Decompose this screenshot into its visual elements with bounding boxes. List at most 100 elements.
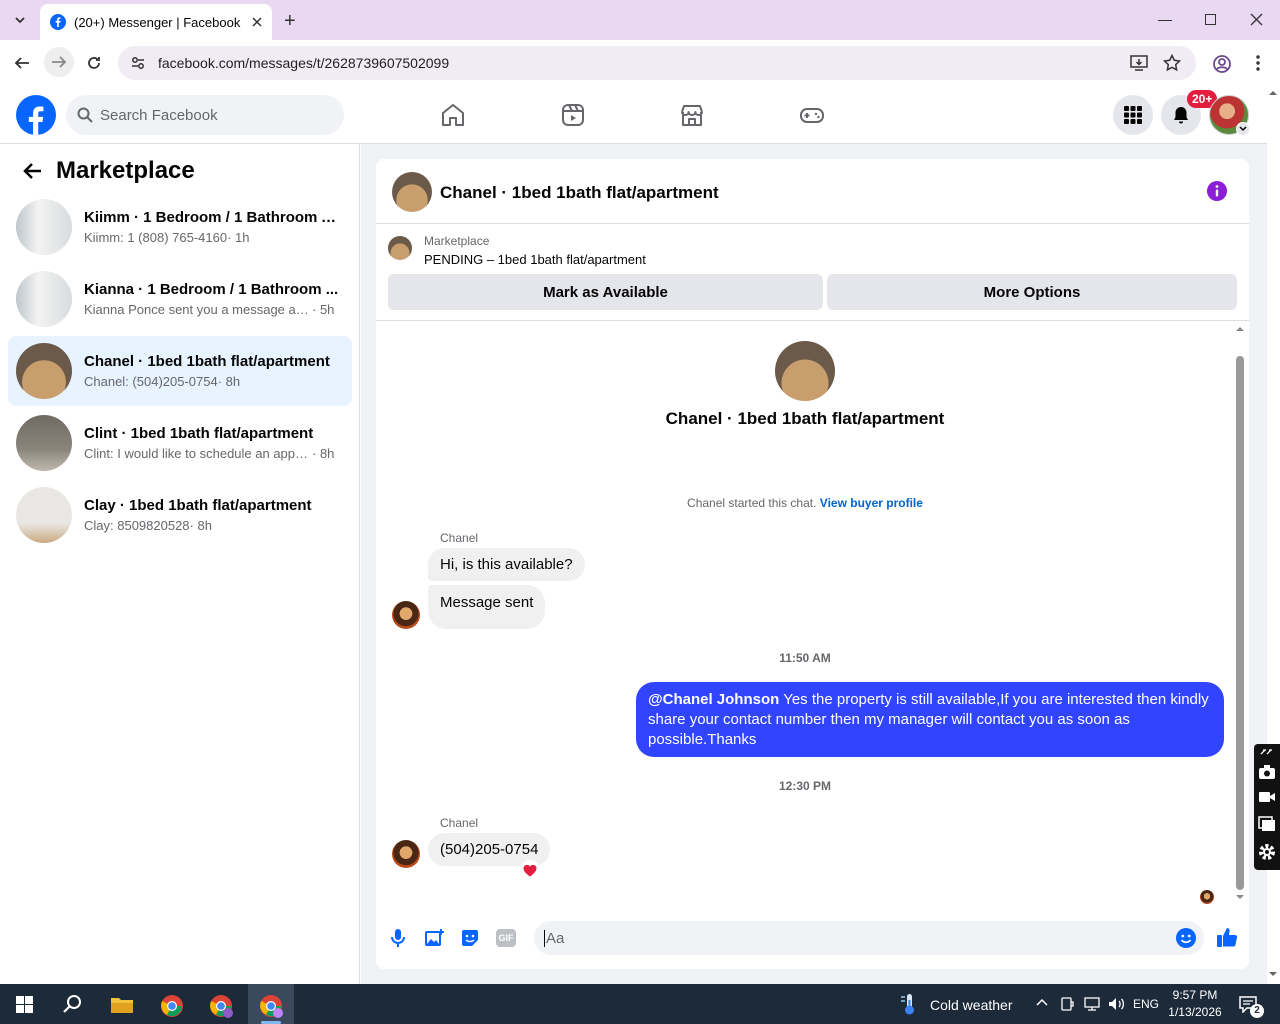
chat-started-notice: Chanel started this chat. View buyer pro… bbox=[376, 496, 1234, 510]
reload-icon[interactable] bbox=[86, 55, 102, 71]
timestamp: 12:30 PM bbox=[778, 779, 832, 793]
address-bar[interactable]: facebook.com/messages/t/2628739607502099 bbox=[118, 46, 1196, 80]
conversation-item-active[interactable]: Chanel · 1bed 1bath flat/apartment Chane… bbox=[8, 336, 352, 406]
marketplace-icon[interactable] bbox=[679, 102, 705, 128]
conversation-item[interactable]: Clint · 1bed 1bath flat/apartment Clint:… bbox=[8, 408, 352, 478]
video-camera-icon[interactable] bbox=[1258, 790, 1276, 804]
message-input[interactable]: Aa bbox=[534, 921, 1204, 955]
chrome-active-icon bbox=[260, 995, 283, 1018]
back-icon[interactable] bbox=[14, 55, 30, 71]
conversation-item[interactable]: Clay · 1bed 1bath flat/apartment Clay: 8… bbox=[8, 480, 352, 550]
browser-tab[interactable]: (20+) Messenger | Facebook bbox=[40, 4, 272, 40]
conversation-item[interactable]: Kianna · 1 Bedroom / 1 Bathroom ... Kian… bbox=[8, 264, 352, 334]
browser-tab-strip: (20+) Messenger | Facebook + bbox=[0, 0, 1280, 40]
mention[interactable]: @Chanel Johnson bbox=[648, 691, 779, 708]
video-icon[interactable] bbox=[560, 102, 586, 128]
chat-header-title[interactable]: Chanel · 1bed 1bath flat/apartment bbox=[440, 183, 719, 203]
info-icon[interactable] bbox=[1207, 181, 1227, 201]
page-scroll-up-icon[interactable] bbox=[1268, 90, 1278, 96]
seen-avatar bbox=[1200, 890, 1214, 904]
sender-avatar[interactable] bbox=[392, 601, 420, 629]
scrollbar-thumb[interactable] bbox=[1236, 356, 1244, 890]
gif-icon[interactable]: GIF bbox=[496, 929, 516, 947]
restore-icon[interactable] bbox=[1205, 14, 1216, 25]
settings-gear-icon[interactable] bbox=[1257, 842, 1277, 862]
site-info-icon[interactable] bbox=[130, 55, 146, 71]
conversation-preview: Kianna Ponce sent you a message abo... bbox=[84, 302, 312, 317]
chrome-profile-icon[interactable] bbox=[209, 994, 233, 1018]
back-arrow-icon[interactable] bbox=[22, 162, 42, 180]
sticker-icon[interactable] bbox=[460, 928, 480, 948]
listing-avatar bbox=[388, 236, 412, 260]
browser-menu-icon[interactable] bbox=[1256, 55, 1260, 71]
conversation-item[interactable]: Kiimm · 1 Bedroom / 1 Bathroom A... Kiim… bbox=[8, 192, 352, 262]
link-icon[interactable] bbox=[1259, 748, 1275, 756]
listing-thumbnail bbox=[16, 271, 72, 327]
scroll-up-icon[interactable] bbox=[1235, 326, 1245, 332]
divider bbox=[376, 223, 1249, 224]
bookmark-star-icon[interactable] bbox=[1163, 54, 1181, 72]
conversation-time: · 8h bbox=[217, 374, 241, 389]
screen-capture-toolbar bbox=[1254, 744, 1280, 870]
facebook-logo-icon[interactable] bbox=[16, 95, 56, 135]
profile-icon[interactable] bbox=[1212, 54, 1232, 74]
thermometer-icon[interactable] bbox=[898, 992, 920, 1016]
windows-icon[interactable] bbox=[1258, 816, 1276, 832]
photo-icon[interactable] bbox=[424, 928, 444, 948]
gaming-icon[interactable] bbox=[799, 102, 825, 128]
menu-grid-button[interactable] bbox=[1113, 95, 1153, 135]
language-indicator[interactable]: ENG bbox=[1133, 997, 1159, 1011]
minimize-icon[interactable] bbox=[1158, 20, 1172, 21]
reaction-heart[interactable] bbox=[520, 860, 540, 880]
taskbar-search-icon[interactable] bbox=[62, 994, 82, 1014]
sender-avatar[interactable] bbox=[392, 840, 420, 868]
network-icon[interactable] bbox=[1083, 996, 1101, 1012]
view-buyer-profile-link[interactable]: View buyer profile bbox=[820, 496, 923, 510]
volume-icon[interactable] bbox=[1107, 996, 1125, 1012]
tray-chevron-icon[interactable] bbox=[1036, 998, 1048, 1006]
tab-search-chevron-icon[interactable] bbox=[8, 8, 32, 32]
chat-scrollbar[interactable] bbox=[1234, 324, 1246, 906]
clock-date: 1/13/2026 bbox=[1168, 1005, 1222, 1019]
file-explorer-icon[interactable] bbox=[110, 995, 134, 1015]
clock[interactable]: 9:57 PM 1/13/2026 bbox=[1166, 988, 1224, 1019]
weather-text[interactable]: Cold weather bbox=[930, 997, 1013, 1013]
install-app-icon[interactable] bbox=[1130, 55, 1148, 71]
windows-start-icon[interactable] bbox=[16, 996, 33, 1013]
forward-icon bbox=[52, 56, 67, 68]
conversation-title: Chanel · 1bed 1bath flat/apartment bbox=[84, 353, 330, 370]
intro-avatar bbox=[775, 341, 835, 401]
conversation-time: · 8h bbox=[189, 518, 212, 533]
grid-icon bbox=[1124, 106, 1142, 124]
microphone-icon[interactable] bbox=[389, 928, 407, 948]
camera-icon[interactable] bbox=[1258, 764, 1276, 780]
mark-available-button[interactable]: Mark as Available bbox=[388, 274, 823, 310]
started-text: Chanel started this chat. bbox=[687, 496, 817, 510]
more-options-button[interactable]: More Options bbox=[827, 274, 1237, 310]
scroll-down-icon[interactable] bbox=[1235, 894, 1245, 900]
like-thumb-icon[interactable] bbox=[1216, 926, 1238, 948]
facebook-favicon-icon bbox=[50, 14, 66, 30]
page-scroll-down-icon[interactable] bbox=[1268, 971, 1278, 977]
incoming-message[interactable]: Message sent bbox=[428, 585, 546, 629]
home-icon[interactable] bbox=[440, 102, 466, 128]
listing-thumbnail bbox=[16, 199, 72, 255]
new-tab-icon[interactable]: + bbox=[284, 10, 296, 33]
emoji-icon[interactable] bbox=[1176, 928, 1196, 948]
conversation-preview: Clint: I would like to schedule an appo.… bbox=[84, 446, 312, 461]
close-tab-icon[interactable] bbox=[252, 17, 262, 27]
incoming-message[interactable]: Hi, is this available? bbox=[428, 548, 585, 581]
account-chevron-icon[interactable] bbox=[1236, 122, 1250, 136]
close-window-icon[interactable] bbox=[1250, 13, 1263, 26]
conversation-title: Clint · 1bed 1bath flat/apartment bbox=[84, 425, 314, 442]
url-text: facebook.com/messages/t/2628739607502099 bbox=[158, 55, 450, 71]
chrome-icon[interactable] bbox=[160, 994, 184, 1018]
forward-button[interactable] bbox=[44, 47, 74, 77]
chat-avatar[interactable] bbox=[392, 172, 432, 212]
facebook-search-input[interactable]: Search Facebook bbox=[66, 95, 344, 135]
conversation-title: Clay · 1bed 1bath flat/apartment bbox=[84, 497, 312, 514]
active-app-highlight[interactable] bbox=[248, 984, 294, 1024]
tray-device-icon[interactable] bbox=[1060, 996, 1074, 1012]
conversation-time: · 5h bbox=[312, 302, 335, 317]
outgoing-message[interactable]: @Chanel Johnson Yes the property is stil… bbox=[636, 682, 1224, 757]
